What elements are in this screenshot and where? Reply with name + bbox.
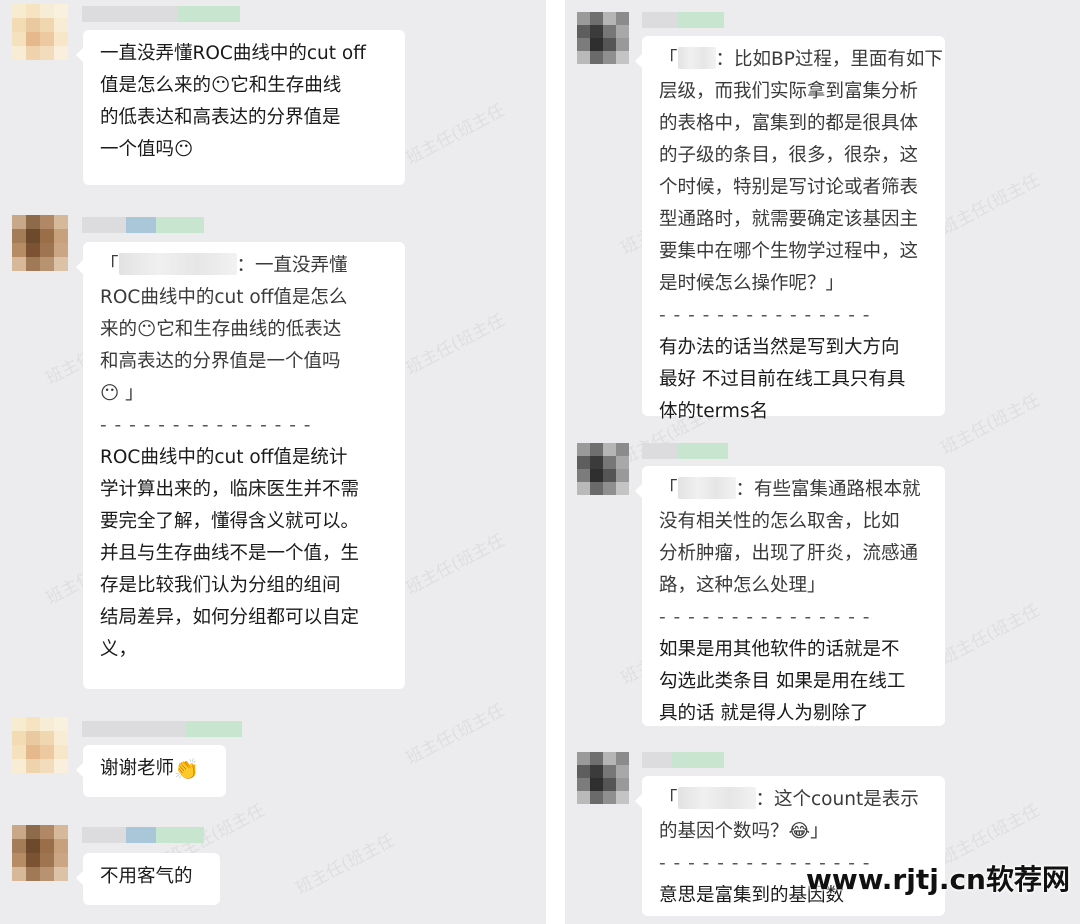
message-text: 结局差异，如何分组都可以自定 xyxy=(100,607,360,628)
quote-line: 「：一直没弄懂 xyxy=(100,253,348,276)
message-text: 义， xyxy=(100,639,138,660)
avatar[interactable] xyxy=(12,717,68,773)
message-bubble[interactable]: 谢谢老师👏 xyxy=(76,745,226,797)
message-text: 要完全了解，懂得含义就可以。 xyxy=(100,511,360,532)
avatar[interactable] xyxy=(577,12,629,64)
watermark: 班主任(班主任 xyxy=(937,390,1044,460)
quote-line: 「：这个count是表示 xyxy=(659,787,919,810)
watermark: 班主任(班主任 xyxy=(402,530,509,600)
quote-separator: - - - - - - - - - - - - - - - xyxy=(100,415,312,436)
quote-line: 是时候怎么操作呢？」 xyxy=(659,273,845,294)
quote-line: 没有相关性的怎么取舍，比如 xyxy=(659,511,900,532)
quote-separator: - - - - - - - - - - - - - - - xyxy=(659,305,871,326)
quote-line: 个时候，特别是写讨论或者筛表 xyxy=(659,177,919,198)
quote-line: 要集中在哪个生物学过程中，这 xyxy=(659,241,919,262)
sender-name-blurred xyxy=(82,827,204,843)
site-watermark: www.rjtj.cn软荐网 xyxy=(805,863,1070,896)
message-bubble[interactable]: 「：有些富集通路根本就 没有相关性的怎么取舍，比如 分析肿瘤，出现了肝炎，流感通… xyxy=(635,466,945,726)
sender-name-blurred xyxy=(82,6,240,22)
message-bubble[interactable]: 「：一直没弄懂 ROC曲线中的cut off值是怎么 来的😶它和生存曲线的低表达… xyxy=(76,242,405,689)
left-chat-panel: 班主任(班主任 班主任(班主任 班主任(班主任 班主任(班主任 班主任(班主任 … xyxy=(0,0,546,924)
quote-separator: - - - - - - - - - - - - - - - xyxy=(659,607,871,628)
watermark: 班主任(班主任 xyxy=(402,310,509,380)
blurred-name xyxy=(118,253,237,275)
watermark: 班主任(班主任 xyxy=(937,600,1044,670)
message-text: 一个值吗😶 xyxy=(100,139,194,160)
quote-line: 「：有些富集通路根本就 xyxy=(659,477,921,500)
blurred-name xyxy=(677,47,716,69)
avatar[interactable] xyxy=(12,215,68,271)
message-text: 体的terms名 xyxy=(659,401,769,422)
message-text: 具的话 就是得人为剔除了 xyxy=(659,703,869,724)
blurred-name xyxy=(677,477,736,499)
quote-line: 分析肿瘤，出现了肝炎，流感通 xyxy=(659,543,919,564)
avatar[interactable] xyxy=(12,4,68,60)
sender-name-blurred xyxy=(82,217,204,233)
message-bubble[interactable]: 一直没弄懂ROC曲线中的cut off 值是怎么来的😶它和生存曲线 的低表达和高… xyxy=(76,30,405,185)
message-text: 学计算出来的，临床医生并不需 xyxy=(100,479,360,500)
blurred-name xyxy=(677,787,756,809)
avatar[interactable] xyxy=(577,752,629,804)
avatar[interactable] xyxy=(577,443,629,495)
message-text: 一直没弄懂ROC曲线中的cut off xyxy=(100,43,366,64)
quote-line: 「：比如BP过程，里面有如下 xyxy=(659,47,943,70)
avatar[interactable] xyxy=(12,825,68,881)
message-text: 的低表达和高表达的分界值是 xyxy=(100,107,341,128)
right-chat-panel: 班主任(班主任 班主任(班主任 班主任(班主任 班主任(班主任 班主任(班主任 … xyxy=(565,0,1080,924)
message-text: 勾选此类条目 如果是用在线工 xyxy=(659,671,906,692)
quote-line: 型通路时，就需要确定该基因主 xyxy=(659,209,919,230)
watermark: 班主任(班主任 xyxy=(937,170,1044,240)
quote-line: ROC曲线中的cut off值是怎么 xyxy=(100,287,348,308)
message-text: 存是比较我们认为分组的组间 xyxy=(100,575,341,596)
quote-line: 来的😶它和生存曲线的低表达 xyxy=(100,319,342,340)
message-text: 不用客气的 xyxy=(100,866,193,887)
quote-line: 和高表达的分界值是一个值吗 xyxy=(100,351,341,372)
watermark: 班主任(班主任 xyxy=(402,700,509,770)
quote-line: 的子级的条目，很多，很杂，这 xyxy=(659,145,919,166)
watermark: 班主任(班主任 xyxy=(292,830,399,900)
sender-name-blurred xyxy=(642,443,728,459)
message-text: 并且与生存曲线不是一个值，生 xyxy=(100,543,360,564)
sender-name-blurred xyxy=(82,721,242,737)
message-text: ROC曲线中的cut off值是统计 xyxy=(100,447,348,468)
quote-line: 路，这种怎么处理」 xyxy=(659,575,826,596)
message-text: 最好 不过目前在线工具只有具 xyxy=(659,369,906,390)
watermark: 班主任(班主任 xyxy=(402,100,509,170)
sender-name-blurred xyxy=(642,12,724,28)
message-text: 谢谢老师👏 xyxy=(100,753,212,785)
quote-line: 层级，而我们实际拿到富集分析 xyxy=(659,81,919,102)
message-text: 值是怎么来的😶它和生存曲线 xyxy=(100,75,342,96)
message-text: 如果是用其他软件的话就是不 xyxy=(659,639,900,660)
message-bubble[interactable]: 不用客气的 xyxy=(76,853,220,905)
message-bubble[interactable]: 「：比如BP过程，里面有如下 层级，而我们实际拿到富集分析 的表格中，富集到的都… xyxy=(635,36,945,422)
quote-line: 的基因个数吗？😂」 xyxy=(659,821,829,842)
quote-line: 的表格中，富集到的都是很具体 xyxy=(659,113,919,134)
message-text: 有办法的话当然是写到大方向 xyxy=(659,337,900,358)
clapping-hands-icon: 👏 xyxy=(174,757,199,781)
sender-name-blurred xyxy=(642,752,724,768)
quote-line: 😶 」 xyxy=(100,383,144,404)
